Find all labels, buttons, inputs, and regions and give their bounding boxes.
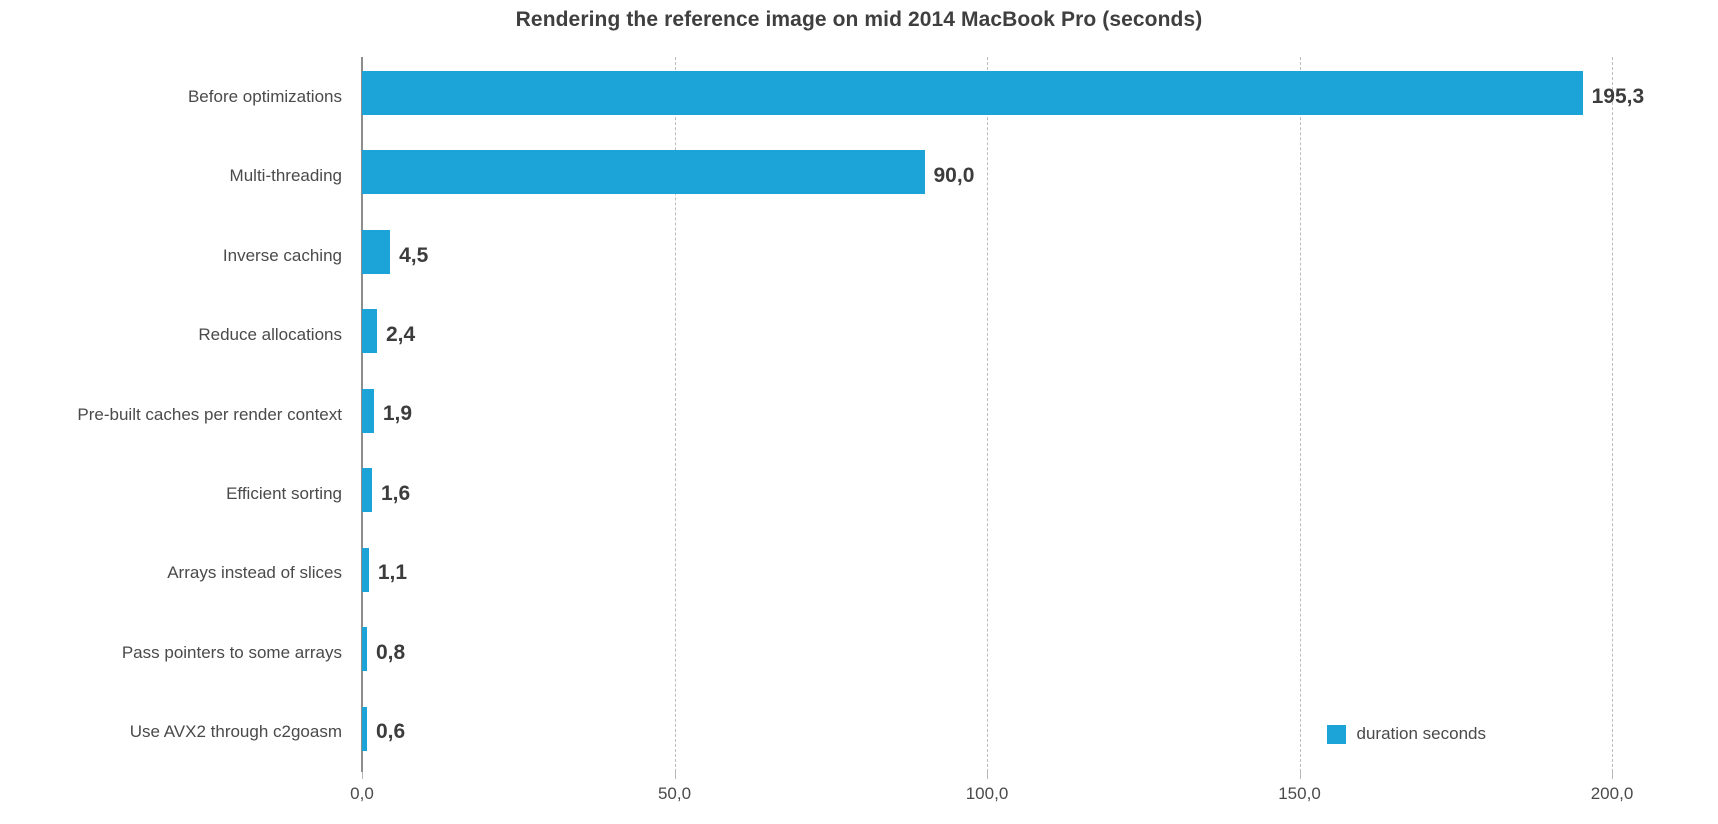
bar-value-label: 1,9 — [382, 402, 413, 426]
x-tick-mark — [674, 772, 676, 779]
x-tick-mark — [1299, 772, 1301, 779]
bar-chart: Rendering the reference image on mid 201… — [0, 0, 1718, 824]
bar-value-label: 2,4 — [386, 323, 416, 347]
bar-value-label: 1,1 — [377, 561, 408, 585]
gridline — [1612, 57, 1613, 772]
bar[interactable] — [362, 71, 1583, 115]
category-label: Inverse caching — [222, 245, 342, 265]
bar-value-label: 4,5 — [399, 243, 429, 267]
bar[interactable] — [362, 309, 377, 354]
category-label: Pre-built caches per render context — [77, 404, 342, 424]
bar-row: 1,1 — [362, 534, 1612, 613]
bar-value-label: 0,8 — [376, 640, 406, 664]
legend-swatch-duration-seconds — [1326, 724, 1346, 744]
x-tick-label: 200,0 — [1590, 784, 1634, 803]
x-tick-label: 150,0 — [1278, 784, 1321, 803]
bar[interactable] — [362, 468, 372, 513]
category-label: Before optimizations — [187, 86, 342, 106]
x-tick-mark — [362, 772, 363, 779]
bar-row: 2,4 — [362, 295, 1612, 374]
category-label: Reduce allocations — [198, 325, 342, 345]
category-label: Arrays instead of slices — [167, 563, 342, 583]
chart-legend: duration seconds — [1326, 724, 1486, 744]
bar[interactable] — [362, 388, 374, 433]
x-tick-label: 100,0 — [965, 784, 1009, 803]
bar-value-label: 90,0 — [933, 164, 975, 188]
x-tick-label: 50,0 — [657, 784, 692, 803]
bar-row: 4,5 — [362, 216, 1612, 295]
category-label: Efficient sorting — [226, 483, 342, 503]
bar-value-label: 195,3 — [1591, 84, 1645, 108]
bar-row: 90,0 — [362, 136, 1612, 215]
bar[interactable] — [362, 150, 925, 195]
bar[interactable] — [362, 229, 391, 274]
x-tick-mark — [987, 772, 988, 779]
category-label: Pass pointers to some arrays — [121, 642, 342, 662]
category-label: Multi-threading — [229, 166, 342, 186]
x-tick-label: 0,0 — [350, 784, 374, 803]
legend-label-duration-seconds: duration seconds — [1356, 724, 1486, 743]
bar-row: 0,8 — [362, 613, 1612, 692]
bar-row: 195,3 — [362, 57, 1644, 136]
bar-row: 1,6 — [362, 454, 1612, 533]
category-label: Use AVX2 through c2goasm — [129, 722, 342, 742]
bar-value-label: 0,6 — [376, 720, 406, 744]
bar[interactable] — [362, 547, 369, 592]
bar-value-label: 1,6 — [381, 481, 411, 505]
x-tick-mark — [1612, 772, 1613, 779]
bar-row: 1,9 — [362, 375, 1612, 454]
chart-title: Rendering the reference image on mid 201… — [515, 8, 1203, 31]
